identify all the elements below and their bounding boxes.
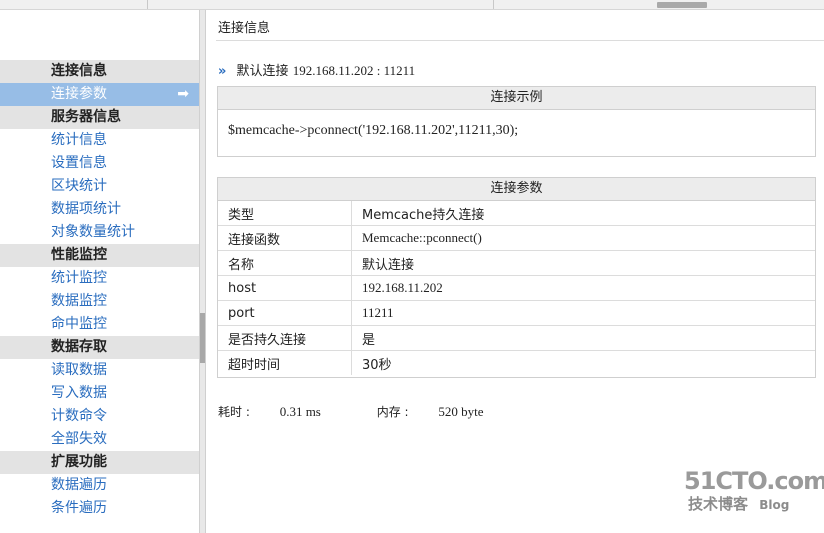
param-key: host xyxy=(218,275,352,301)
param-value: 默认连接 xyxy=(351,250,815,276)
connection-summary: » 默认连接 192.168.11.202 : 11211 xyxy=(218,60,415,79)
watermark-logo: 51CTO.com xyxy=(684,467,824,495)
watermark-blog: Blog xyxy=(759,498,790,512)
watermark: 51CTO.com 技术博客 Blog xyxy=(684,467,824,527)
param-value: 11211 xyxy=(351,300,815,326)
sidebar-item-stats-monitor[interactable]: 统计监控 xyxy=(0,267,199,290)
params-table: 类型 Memcache持久连接 连接函数 Memcache::pconnect() 名称… xyxy=(218,201,815,375)
sidebar-item-data-monitor[interactable]: 数据监控 xyxy=(0,290,199,313)
memory-label: 内存 : xyxy=(376,405,409,419)
sidebar-item-label: 连接参数 xyxy=(51,86,107,102)
sidebar-item-connection-params[interactable]: 连接参数 ➡ xyxy=(0,83,199,106)
toolbar-separator xyxy=(493,0,494,9)
sidebar-item-flush-all[interactable]: 全部失效 xyxy=(0,428,199,451)
table-row: 名称 默认连接 xyxy=(218,250,815,276)
sidebar-item-read-data[interactable]: 读取数据 xyxy=(0,359,199,382)
divider xyxy=(216,40,824,41)
watermark-subtitle-text: 技术博客 xyxy=(688,495,749,513)
sidebar-item-object-count[interactable]: 对象数量统计 xyxy=(0,221,199,244)
param-value: 30秒 xyxy=(362,357,392,373)
sidebar-group-data-access: 数据存取 xyxy=(0,336,199,359)
param-key: 类型 xyxy=(218,201,352,226)
right-arrow-icon: ➡ xyxy=(177,86,189,102)
sidebar-item-traverse[interactable]: 数据遍历 xyxy=(0,474,199,497)
vertical-scrollbar-thumb[interactable] xyxy=(200,313,205,363)
horizontal-scrollbar-thumb[interactable] xyxy=(657,2,707,8)
table-row: 是否持久连接是 xyxy=(218,325,815,351)
connection-address: 192.168.11.202 : 11211 xyxy=(292,63,416,78)
param-value: Memcache::pconnect() xyxy=(351,225,815,251)
example-code: $memcache->pconnect('192.168.11.202',112… xyxy=(228,123,519,138)
sidebar-group-server: 服务器信息 xyxy=(0,106,199,129)
memory-value: 520 byte xyxy=(438,404,484,419)
sidebar-group-extensions: 扩展功能 xyxy=(0,451,199,474)
example-panel: 连接示例 $memcache->pconnect('192.168.11.202… xyxy=(217,86,816,157)
table-row: port 11211 xyxy=(218,300,815,326)
connection-name: 默认连接 xyxy=(236,64,289,79)
top-toolbar-strip xyxy=(0,0,824,10)
param-value: Memcache持久连接 xyxy=(351,201,815,226)
param-key: 名称 xyxy=(218,250,352,276)
table-row: 连接函数 Memcache::pconnect() xyxy=(218,225,815,251)
time-stat: 耗时 : 0.31 ms xyxy=(218,404,351,419)
sidebar-item-slabs[interactable]: 区块统计 xyxy=(0,175,199,198)
sidebar-group-performance: 性能监控 xyxy=(0,244,199,267)
param-key: 超时时间 xyxy=(218,350,352,375)
params-panel: 连接参数 类型 Memcache持久连接 连接函数 Memcache::pconnec… xyxy=(217,177,816,378)
sidebar-item-settings[interactable]: 设置信息 xyxy=(0,152,199,175)
table-row: host 192.168.11.202 xyxy=(218,275,815,301)
page-title: 连接信息 xyxy=(218,21,271,36)
sidebar-splitter[interactable] xyxy=(199,10,206,533)
sidebar-group-connection: 连接信息 xyxy=(0,60,199,83)
sidebar-item-hit-monitor[interactable]: 命中监控 xyxy=(0,313,199,336)
time-label: 耗时 : xyxy=(218,405,250,419)
status-footer: 耗时 : 0.31 ms 内存 : 520 byte xyxy=(218,403,536,420)
table-row: 类型 Memcache持久连接 xyxy=(218,201,815,226)
param-key: 连接函数 xyxy=(218,225,352,251)
table-row: 超时时间 30秒 xyxy=(218,350,815,375)
sidebar-item-stats[interactable]: 统计信息 xyxy=(0,129,199,152)
double-chevron-icon: » xyxy=(218,64,227,79)
param-value: 是 xyxy=(351,325,815,351)
example-header: 连接示例 xyxy=(218,87,815,110)
params-header: 连接参数 xyxy=(218,178,815,201)
main-content: 连接信息 » 默认连接 192.168.11.202 : 11211 连接示例 … xyxy=(207,10,824,533)
time-value: 0.31 ms xyxy=(279,404,321,419)
sidebar-item-conditional-traverse[interactable]: 条件遍历 xyxy=(0,497,199,520)
sidebar-item-counter[interactable]: 计数命令 xyxy=(0,405,199,428)
sidebar-nav: 连接信息 连接参数 ➡ 服务器信息 统计信息 设置信息 区块统计 数据项统计 对… xyxy=(0,10,199,533)
param-key: 是否持久连接 xyxy=(218,325,352,351)
sidebar-item-items[interactable]: 数据项统计 xyxy=(0,198,199,221)
toolbar-separator xyxy=(147,0,148,9)
memory-stat: 内存 : 520 byte xyxy=(376,404,510,419)
param-key: port xyxy=(218,300,352,326)
sidebar-item-write-data[interactable]: 写入数据 xyxy=(0,382,199,405)
watermark-subtitle: 技术博客 Blog xyxy=(684,493,818,514)
param-value: 192.168.11.202 xyxy=(351,275,815,301)
